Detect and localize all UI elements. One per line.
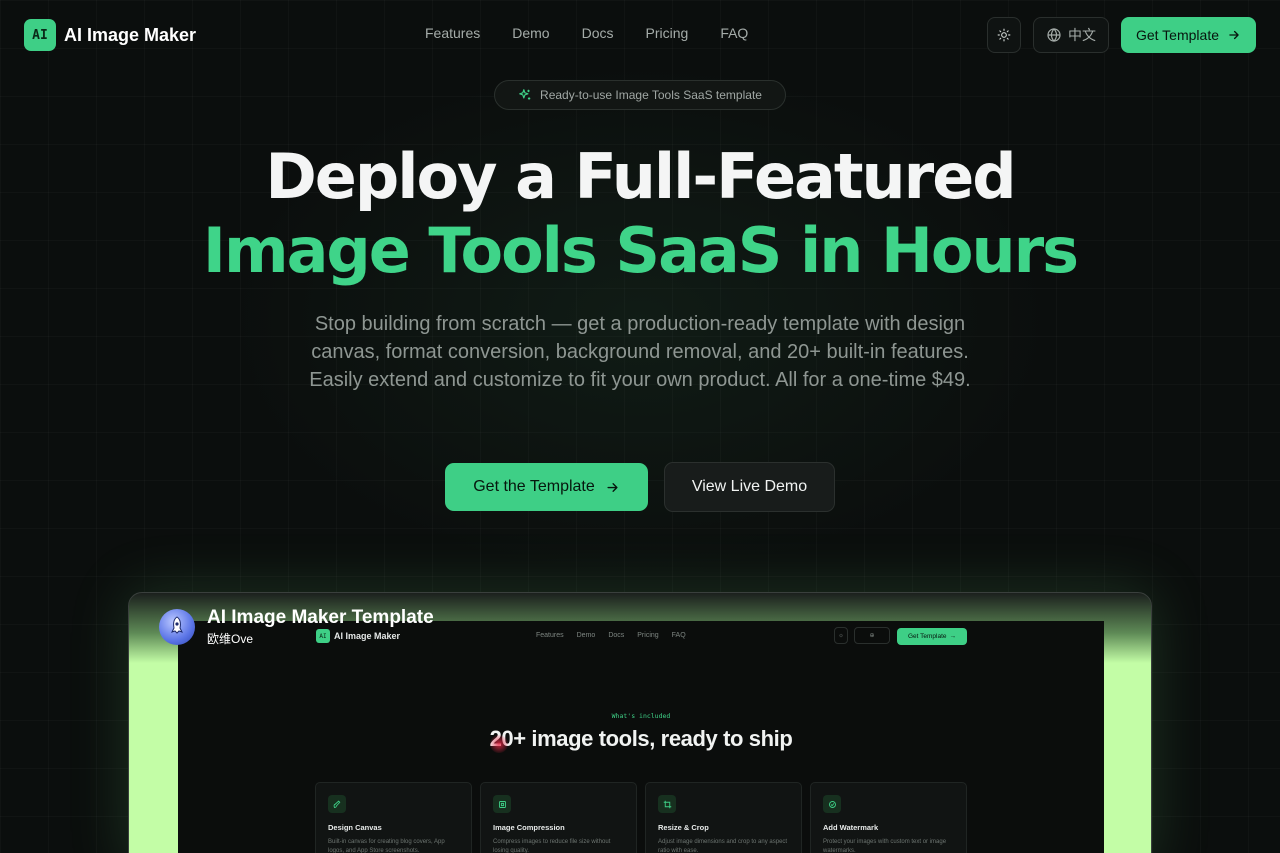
nav-link-faq[interactable]: FAQ <box>720 25 748 41</box>
get-template-label: Get Template <box>1135 27 1219 43</box>
video-nav-link: Docs <box>608 632 625 639</box>
feature-card: Image Compression Compress images to red… <box>480 782 637 853</box>
nav-link-features[interactable]: Features <box>425 25 480 41</box>
language-switch-button[interactable]: 中文 <box>1032 17 1109 53</box>
video-frame: AI AI Image Maker Features Demo Docs Pri… <box>178 621 1104 853</box>
video-cta-button: Get Template → <box>897 628 967 645</box>
rocket-icon <box>171 616 183 634</box>
hero-badge-text: Ready-to-use Image Tools SaaS template <box>540 88 762 102</box>
video-nav-link: Features <box>536 632 564 639</box>
view-live-demo-label: View Live Demo <box>691 478 808 495</box>
brand[interactable]: AI AI Image Maker <box>24 19 196 51</box>
get-template-button[interactable]: Get Template <box>1120 17 1256 53</box>
feature-card-desc: Built-in canvas for creating blog covers… <box>328 839 445 853</box>
get-the-template-button[interactable]: Get the Template <box>445 463 648 511</box>
video-cta-label: Get Template <box>907 633 947 640</box>
top-nav: AI AI Image Maker Features Demo Docs Pri… <box>0 0 1280 70</box>
brush-icon <box>328 795 346 813</box>
compress-icon <box>493 795 511 813</box>
video-eyebrow: What's included <box>611 712 671 720</box>
get-the-template-label: Get the Template <box>473 478 595 495</box>
feature-card-title: Image Compression <box>493 823 565 832</box>
video-arrow-icon: → <box>949 633 957 640</box>
feature-card-title: Design Canvas <box>328 823 382 832</box>
watermark-icon <box>823 795 841 813</box>
feature-card: Resize & Crop Adjust image dimensions an… <box>645 782 802 853</box>
brand-name: AI Image Maker <box>64 24 197 45</box>
globe-icon <box>1047 28 1061 42</box>
video-brand: AI Image Maker <box>334 631 401 641</box>
hero-subtitle: Stop building from scratch — get a produ… <box>309 313 971 391</box>
hero-title-line-2: Image Tools SaaS in Hours <box>202 214 1079 287</box>
channel-avatar[interactable] <box>159 609 195 645</box>
video-globe-icon: ⊕ <box>854 627 890 644</box>
nav-actions: 中文 Get Template <box>986 17 1256 53</box>
language-label: 中文 <box>1067 27 1096 43</box>
demo-video-player[interactable]: AI AI Image Maker Features Demo Docs Pri… <box>128 592 1152 853</box>
sparkles-icon <box>519 89 531 100</box>
nav-link-demo[interactable]: Demo <box>512 25 549 41</box>
video-heading: 20+ image tools, ready to ship <box>489 726 793 751</box>
feature-card-desc: Protect your images with custom text or … <box>823 839 947 853</box>
nav-link-docs[interactable]: Docs <box>582 25 614 41</box>
hero-title-line-1: Deploy a Full-Featured <box>265 140 1016 213</box>
video-logo-icon: AI <box>316 629 330 643</box>
theme-toggle-button[interactable] <box>986 17 1021 53</box>
feature-card-title: Resize & Crop <box>658 823 709 832</box>
feature-card-desc: Compress images to reduce file size with… <box>493 839 611 853</box>
feature-card: Design Canvas Built-in canvas for creati… <box>315 782 472 853</box>
nav-link-pricing[interactable]: Pricing <box>646 25 689 41</box>
arrow-right-icon <box>607 482 618 492</box>
crop-icon <box>658 795 676 813</box>
cursor-highlight <box>490 735 508 753</box>
video-nav-links: Features Demo Docs Pricing FAQ <box>536 632 686 639</box>
nav-links: Features Demo Docs Pricing FAQ <box>425 25 748 41</box>
view-live-demo-button[interactable]: View Live Demo <box>664 462 835 512</box>
video-sun-icon: ☼ <box>834 627 848 644</box>
feature-card-title: Add Watermark <box>823 823 879 832</box>
video-channel-name[interactable]: 欧维Ove <box>207 630 253 647</box>
video-nav-link: Demo <box>576 632 596 639</box>
feature-card-desc: Adjust image dimensions and crop to any … <box>658 839 788 853</box>
hero-title: Deploy a Full-Featured Image Tools SaaS … <box>0 140 1280 288</box>
video-title[interactable]: AI Image Maker Template <box>207 607 434 629</box>
logo-icon: AI <box>24 19 56 51</box>
video-feature-cards: Design Canvas Built-in canvas for creati… <box>315 782 967 853</box>
feature-card: Add Watermark Protect your images with c… <box>810 782 967 853</box>
arrow-right-icon <box>1229 30 1239 40</box>
hero-badge: Ready-to-use Image Tools SaaS template <box>494 80 786 110</box>
video-nav-link: Pricing <box>637 632 659 639</box>
sun-icon <box>997 28 1011 42</box>
video-nav-link: FAQ <box>671 632 686 639</box>
